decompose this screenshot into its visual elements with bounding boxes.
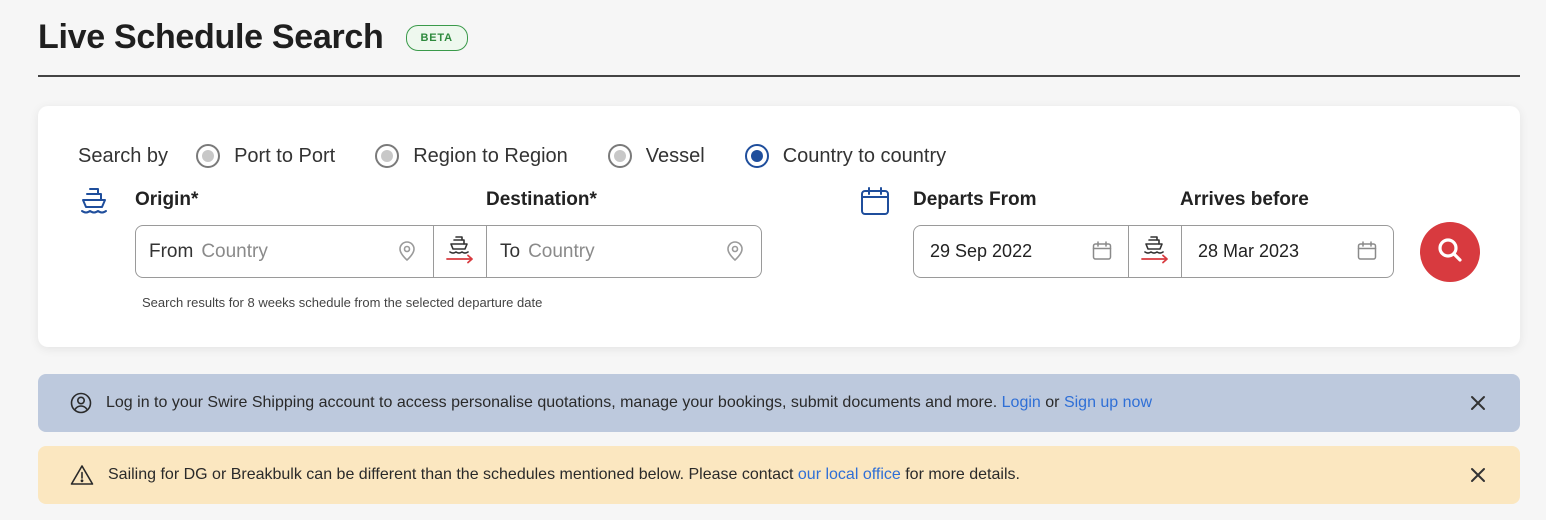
date-separator	[1128, 226, 1181, 277]
calendar-icon[interactable]	[1092, 241, 1112, 266]
destination-label: Destination*	[486, 189, 597, 210]
location-pin-icon	[397, 240, 417, 267]
destination-placeholder: Country	[528, 240, 595, 262]
radio-label: Port to Port	[234, 144, 336, 167]
arrive-date-value: 28 Mar 2023	[1198, 241, 1300, 261]
signup-link[interactable]: Sign up now	[1064, 394, 1152, 411]
radio-label: Vessel	[645, 144, 705, 167]
search-card: Search by Port to Port Region to Region …	[38, 106, 1520, 347]
calendar-icon	[860, 186, 890, 221]
location-pin-icon	[725, 240, 745, 267]
depart-date-input[interactable]: 29 Sep 2022	[914, 226, 1128, 277]
arrives-label: Arrives before	[1180, 189, 1309, 210]
swap-button[interactable]	[433, 226, 486, 277]
page-title: Live Schedule Search	[38, 18, 384, 56]
search-by-group: Search by Port to Port Region to Region …	[78, 144, 986, 168]
login-banner-text: Log in to your Swire Shipping account to…	[106, 394, 1152, 411]
search-button[interactable]	[1420, 222, 1480, 282]
local-office-link[interactable]: our local office	[798, 466, 901, 483]
origin-destination-group: From Country To Country	[135, 225, 762, 278]
calendar-icon[interactable]	[1357, 241, 1377, 266]
warning-banner-text: Sailing for DG or Breakbulk can be diffe…	[108, 466, 1020, 483]
radio-region-to-region[interactable]: Region to Region	[375, 144, 568, 168]
origin-input[interactable]: From Country	[136, 226, 433, 277]
search-icon	[1436, 236, 1464, 269]
arrive-date-input[interactable]: 28 Mar 2023	[1181, 226, 1393, 277]
search-by-label: Search by	[78, 144, 169, 167]
date-range-group: 29 Sep 2022 28 Mar 2023	[913, 225, 1394, 278]
radio-button[interactable]	[196, 144, 221, 168]
radio-label: Country to country	[782, 144, 947, 167]
radio-country-to-country[interactable]: Country to country	[744, 144, 947, 168]
origin-label: Origin*	[135, 189, 199, 210]
close-icon[interactable]	[1466, 463, 1490, 487]
departs-label: Departs From	[913, 189, 1037, 210]
ship-icon	[80, 186, 108, 221]
page-header: Live Schedule Search BETA	[38, 18, 468, 57]
ship-arrow-icon	[1138, 234, 1172, 269]
search-hint: Search results for 8 weeks schedule from…	[142, 295, 543, 310]
header-divider	[38, 75, 1520, 77]
origin-placeholder: Country	[201, 240, 268, 262]
radio-vessel[interactable]: Vessel	[607, 144, 705, 168]
beta-badge: BETA	[405, 24, 468, 51]
user-icon	[70, 392, 92, 414]
login-link[interactable]: Login	[1002, 394, 1041, 411]
warning-banner: Sailing for DG or Breakbulk can be diffe…	[38, 446, 1520, 504]
warning-icon	[70, 464, 94, 486]
radio-button[interactable]	[375, 144, 400, 168]
ship-arrow-icon	[443, 234, 477, 269]
radio-button-selected[interactable]	[744, 144, 769, 168]
radio-port-to-port[interactable]: Port to Port	[196, 144, 335, 168]
from-prefix: From	[149, 240, 194, 262]
login-banner: Log in to your Swire Shipping account to…	[38, 374, 1520, 432]
close-icon[interactable]	[1466, 391, 1490, 415]
depart-date-value: 29 Sep 2022	[930, 241, 1033, 261]
radio-label: Region to Region	[413, 144, 568, 167]
page: Live Schedule Search BETA Search by Port…	[0, 0, 1546, 520]
to-prefix: To	[500, 240, 521, 262]
destination-input[interactable]: To Country	[486, 226, 761, 277]
radio-button[interactable]	[607, 144, 632, 168]
